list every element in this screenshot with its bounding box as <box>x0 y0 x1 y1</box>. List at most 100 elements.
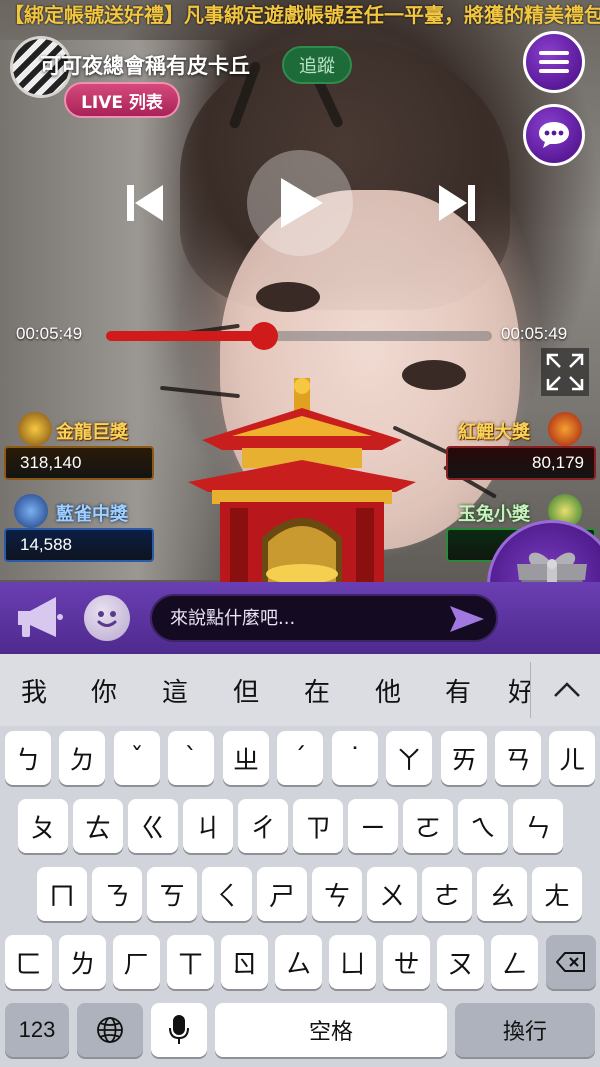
key[interactable]: ㄉ <box>59 731 105 785</box>
key[interactable]: ㄗ <box>293 799 343 853</box>
jackpot-value: 318,140 <box>4 446 154 480</box>
key[interactable]: ㄌ <box>59 935 106 989</box>
candidate-word[interactable]: 我 <box>14 672 54 709</box>
candidate-bar: 我 你 這 但 在 他 有 好 <box>0 654 600 726</box>
key[interactable]: ㄟ <box>458 799 508 853</box>
candidate-word[interactable]: 這 <box>155 672 195 709</box>
emoji-face-icon <box>97 611 117 627</box>
chat-toggle-button[interactable] <box>523 104 585 166</box>
key[interactable]: ㄣ <box>513 799 563 853</box>
key[interactable]: ㄓ <box>223 731 269 785</box>
video-stream[interactable]: 【綁定帳號送好禮】凡事綁定遊戲帳號至任一平臺，將獲的精美禮包 可可夜總會稱有皮卡… <box>0 0 600 582</box>
key[interactable]: ㄧ <box>348 799 398 853</box>
play-button[interactable] <box>247 150 353 256</box>
candidate-word[interactable]: 但 <box>226 672 266 709</box>
candidate-word[interactable]: 你 <box>84 672 124 709</box>
backspace-icon <box>556 952 585 972</box>
delete-key[interactable] <box>546 935 596 989</box>
candidate-word[interactable]: 好 <box>508 672 530 709</box>
skip-previous-icon <box>127 185 163 221</box>
jackpot-red-carp[interactable]: 紅鯉大獎 80,179 <box>442 412 600 482</box>
key[interactable]: ㄏ <box>113 935 160 989</box>
microphone-key[interactable] <box>151 1003 207 1057</box>
key[interactable]: ㄢ <box>495 731 541 785</box>
globe-key[interactable] <box>77 1003 143 1057</box>
key[interactable]: ㄤ <box>532 867 582 921</box>
key[interactable]: ㄠ <box>477 867 527 921</box>
menu-button[interactable] <box>523 31 585 93</box>
key[interactable]: ㄊ <box>73 799 123 853</box>
key[interactable]: ㄡ <box>437 935 484 989</box>
jackpot-title: 藍雀中獎 <box>56 504 128 525</box>
progress-fill <box>106 331 265 341</box>
key[interactable]: ㄨ <box>367 867 417 921</box>
live-list-button[interactable]: LIVE 列表 <box>64 82 180 118</box>
candidate-divider <box>530 662 531 718</box>
fullscreen-icon <box>546 353 584 391</box>
key[interactable]: ㄜ <box>422 867 472 921</box>
temple-game-icon[interactable] <box>182 378 422 582</box>
announcement-marquee: 【綁定帳號送好禮】凡事綁定遊戲帳號至任一平臺，將獲的精美禮包 <box>4 3 600 27</box>
candidate-word[interactable]: 有 <box>438 672 478 709</box>
previous-button[interactable] <box>120 178 170 228</box>
key[interactable]: ㄔ <box>238 799 288 853</box>
follow-button[interactable]: 追蹤 <box>282 46 352 84</box>
key[interactable]: ㄘ <box>312 867 362 921</box>
key[interactable]: ㄐ <box>183 799 233 853</box>
broadcast-button[interactable] <box>10 590 68 646</box>
key[interactable]: ㄙ <box>275 935 322 989</box>
key[interactable]: ˊ <box>277 731 323 785</box>
next-button[interactable] <box>432 178 482 228</box>
key[interactable]: ㄆ <box>18 799 68 853</box>
numbers-key[interactable]: 123 <box>5 1003 69 1057</box>
key[interactable]: ˙ <box>332 731 378 785</box>
send-arrow-icon <box>450 606 484 632</box>
sparrow-emblem-icon <box>14 494 48 528</box>
key[interactable]: ㄋ <box>92 867 142 921</box>
chat-bubble-icon <box>539 122 569 148</box>
key[interactable]: ㄛ <box>403 799 453 853</box>
jackpot-title: 金龍巨獎 <box>56 422 128 443</box>
emoji-button[interactable] <box>84 595 130 641</box>
jackpot-golden-dragon[interactable]: 金龍巨獎 318,140 <box>0 412 158 482</box>
streamer-left-eye <box>256 282 320 312</box>
key[interactable]: ㄈ <box>5 935 52 989</box>
dragon-emblem-icon <box>18 412 52 446</box>
space-key[interactable]: 空格 <box>215 1003 447 1057</box>
key[interactable]: ㄎ <box>147 867 197 921</box>
bopomofo-keyboard: 我 你 這 但 在 他 有 好 ㄅ ㄉ ˇ ˋ ㄓ ˊ ˙ ㄚ ㄞ ㄢ ㄦ ㄆ … <box>0 654 600 1067</box>
key[interactable]: ㄅ <box>5 731 51 785</box>
fullscreen-button[interactable] <box>541 348 589 396</box>
key[interactable]: ㄝ <box>383 935 430 989</box>
key[interactable]: ㄩ <box>329 935 376 989</box>
key[interactable]: ㄕ <box>257 867 307 921</box>
skip-next-icon <box>439 185 475 221</box>
candidate-word[interactable]: 他 <box>368 672 408 709</box>
jackpot-blue-sparrow[interactable]: 藍雀中獎 14,588 <box>0 494 158 564</box>
chat-bar <box>0 582 600 654</box>
jackpot-title: 紅鯉大獎 <box>458 422 530 443</box>
key[interactable]: ˋ <box>168 731 214 785</box>
key[interactable]: ㄑ <box>202 867 252 921</box>
key[interactable]: ㄦ <box>549 731 595 785</box>
jackpot-title: 玉兔小獎 <box>458 504 530 525</box>
key[interactable]: ㄞ <box>441 731 487 785</box>
key[interactable]: ˇ <box>114 731 160 785</box>
key[interactable]: ㄖ <box>221 935 268 989</box>
send-button[interactable] <box>444 602 490 636</box>
microphone-icon <box>169 1015 189 1044</box>
streamer-name: 可可夜總會稱有皮卡丘 <box>40 54 250 78</box>
key[interactable]: ㄍ <box>128 799 178 853</box>
progress-bar[interactable] <box>106 322 492 350</box>
carp-emblem-icon <box>548 412 582 446</box>
total-time: 00:05:49 <box>501 324 568 343</box>
return-key[interactable]: 換行 <box>455 1003 595 1057</box>
key[interactable]: ㄥ <box>491 935 538 989</box>
key[interactable]: ㄒ <box>167 935 214 989</box>
expand-candidates-button[interactable] <box>545 668 589 712</box>
jackpot-value: 80,179 <box>446 446 596 480</box>
jackpot-value: 14,588 <box>4 528 154 562</box>
key[interactable]: ㄚ <box>386 731 432 785</box>
candidate-word[interactable]: 在 <box>297 672 337 709</box>
key[interactable]: ㄇ <box>37 867 87 921</box>
